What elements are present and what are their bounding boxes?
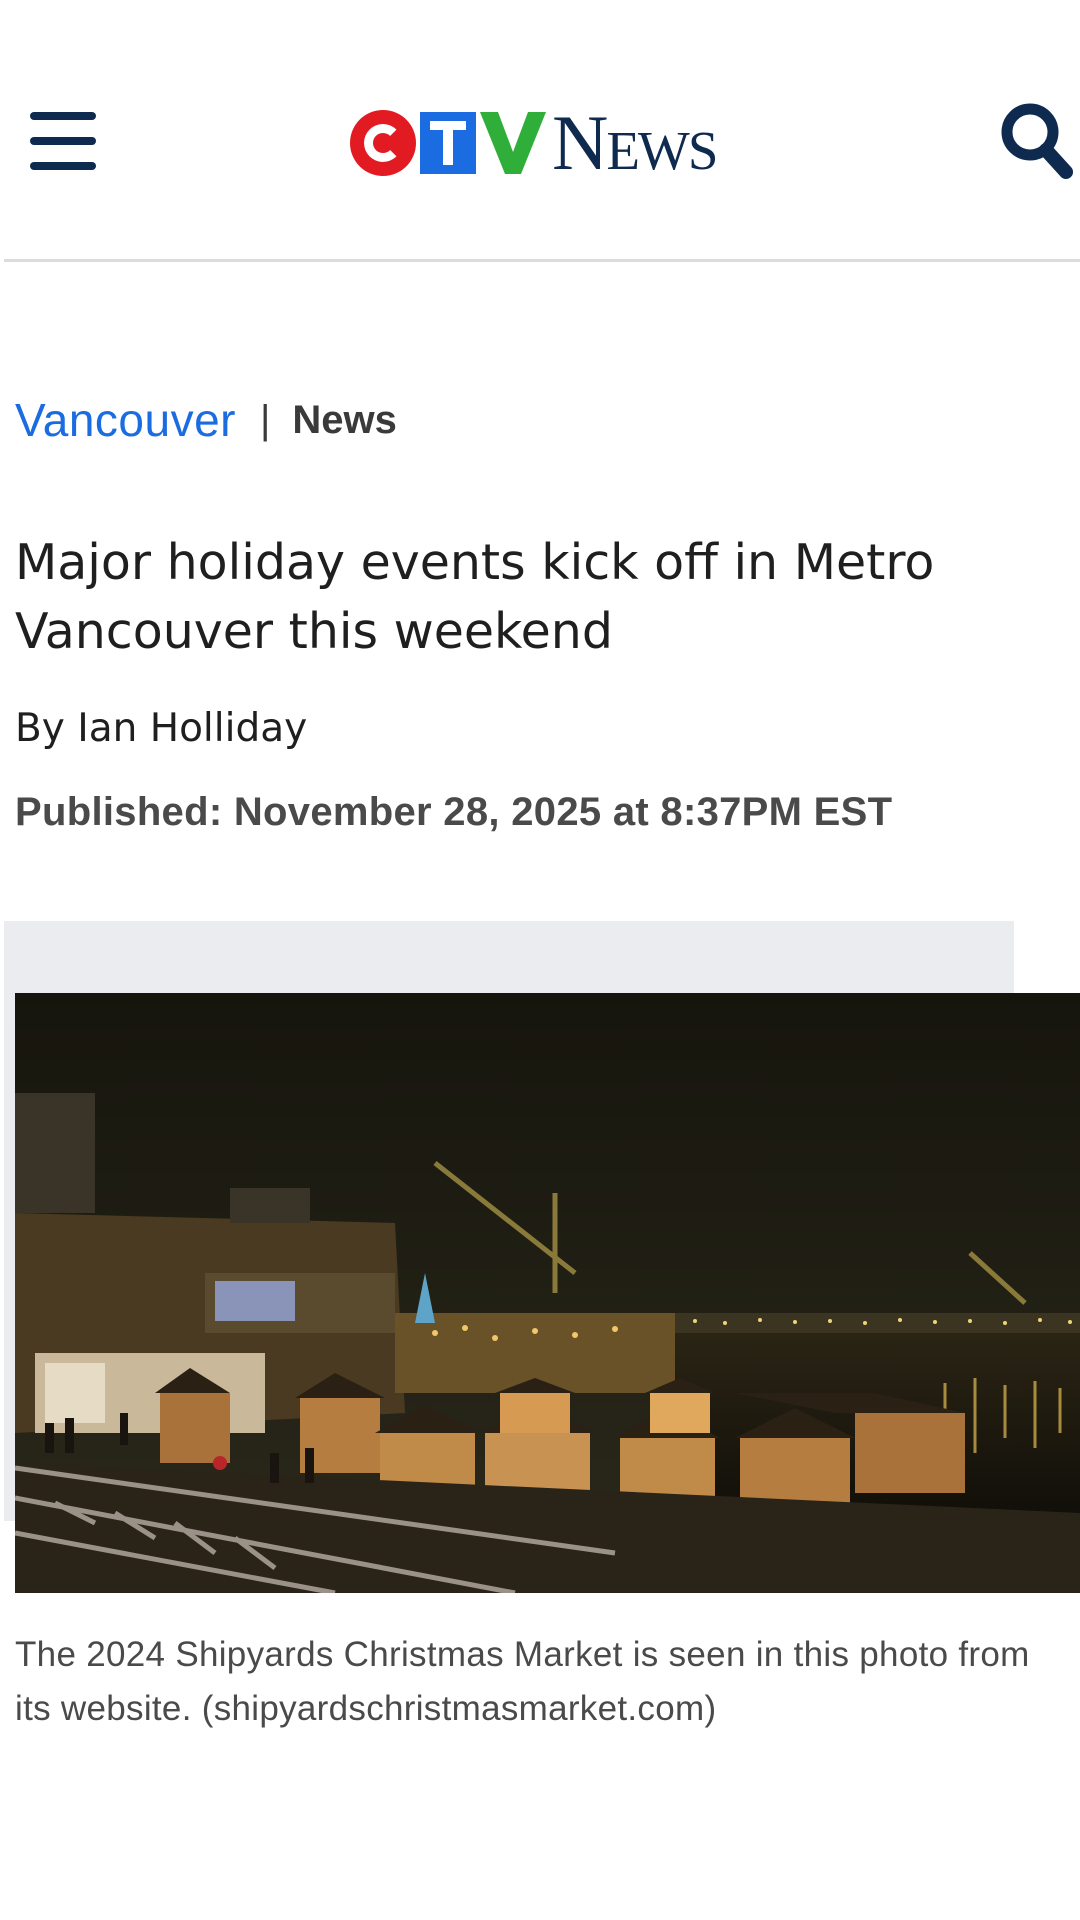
logo-news-wordmark: News xyxy=(552,98,718,186)
breadcrumb-section-link[interactable]: Vancouver xyxy=(15,393,236,447)
site-header: News xyxy=(0,0,1080,262)
search-icon[interactable] xyxy=(998,100,1074,182)
breadcrumb-separator: | xyxy=(260,397,271,442)
header-divider xyxy=(4,259,1080,262)
hamburger-menu-icon[interactable] xyxy=(30,112,96,170)
ctv-news-logo[interactable]: News xyxy=(350,98,718,186)
article-byline: By Ian Holliday xyxy=(15,706,308,751)
logo-v-mark xyxy=(480,111,546,174)
logo-t-mark xyxy=(420,111,476,174)
article-photo[interactable] xyxy=(15,993,1080,1593)
article-title: Major holiday events kick off in Metro V… xyxy=(15,534,935,660)
article-published-date: Published: November 28, 2025 at 8:37PM E… xyxy=(15,790,893,834)
logo-c-mark xyxy=(350,109,416,176)
photo-caption: The 2024 Shipyards Christmas Market is s… xyxy=(15,1635,1030,1728)
breadcrumb-subsection-link[interactable]: News xyxy=(292,398,397,443)
breadcrumb: Vancouver | News xyxy=(15,392,397,448)
